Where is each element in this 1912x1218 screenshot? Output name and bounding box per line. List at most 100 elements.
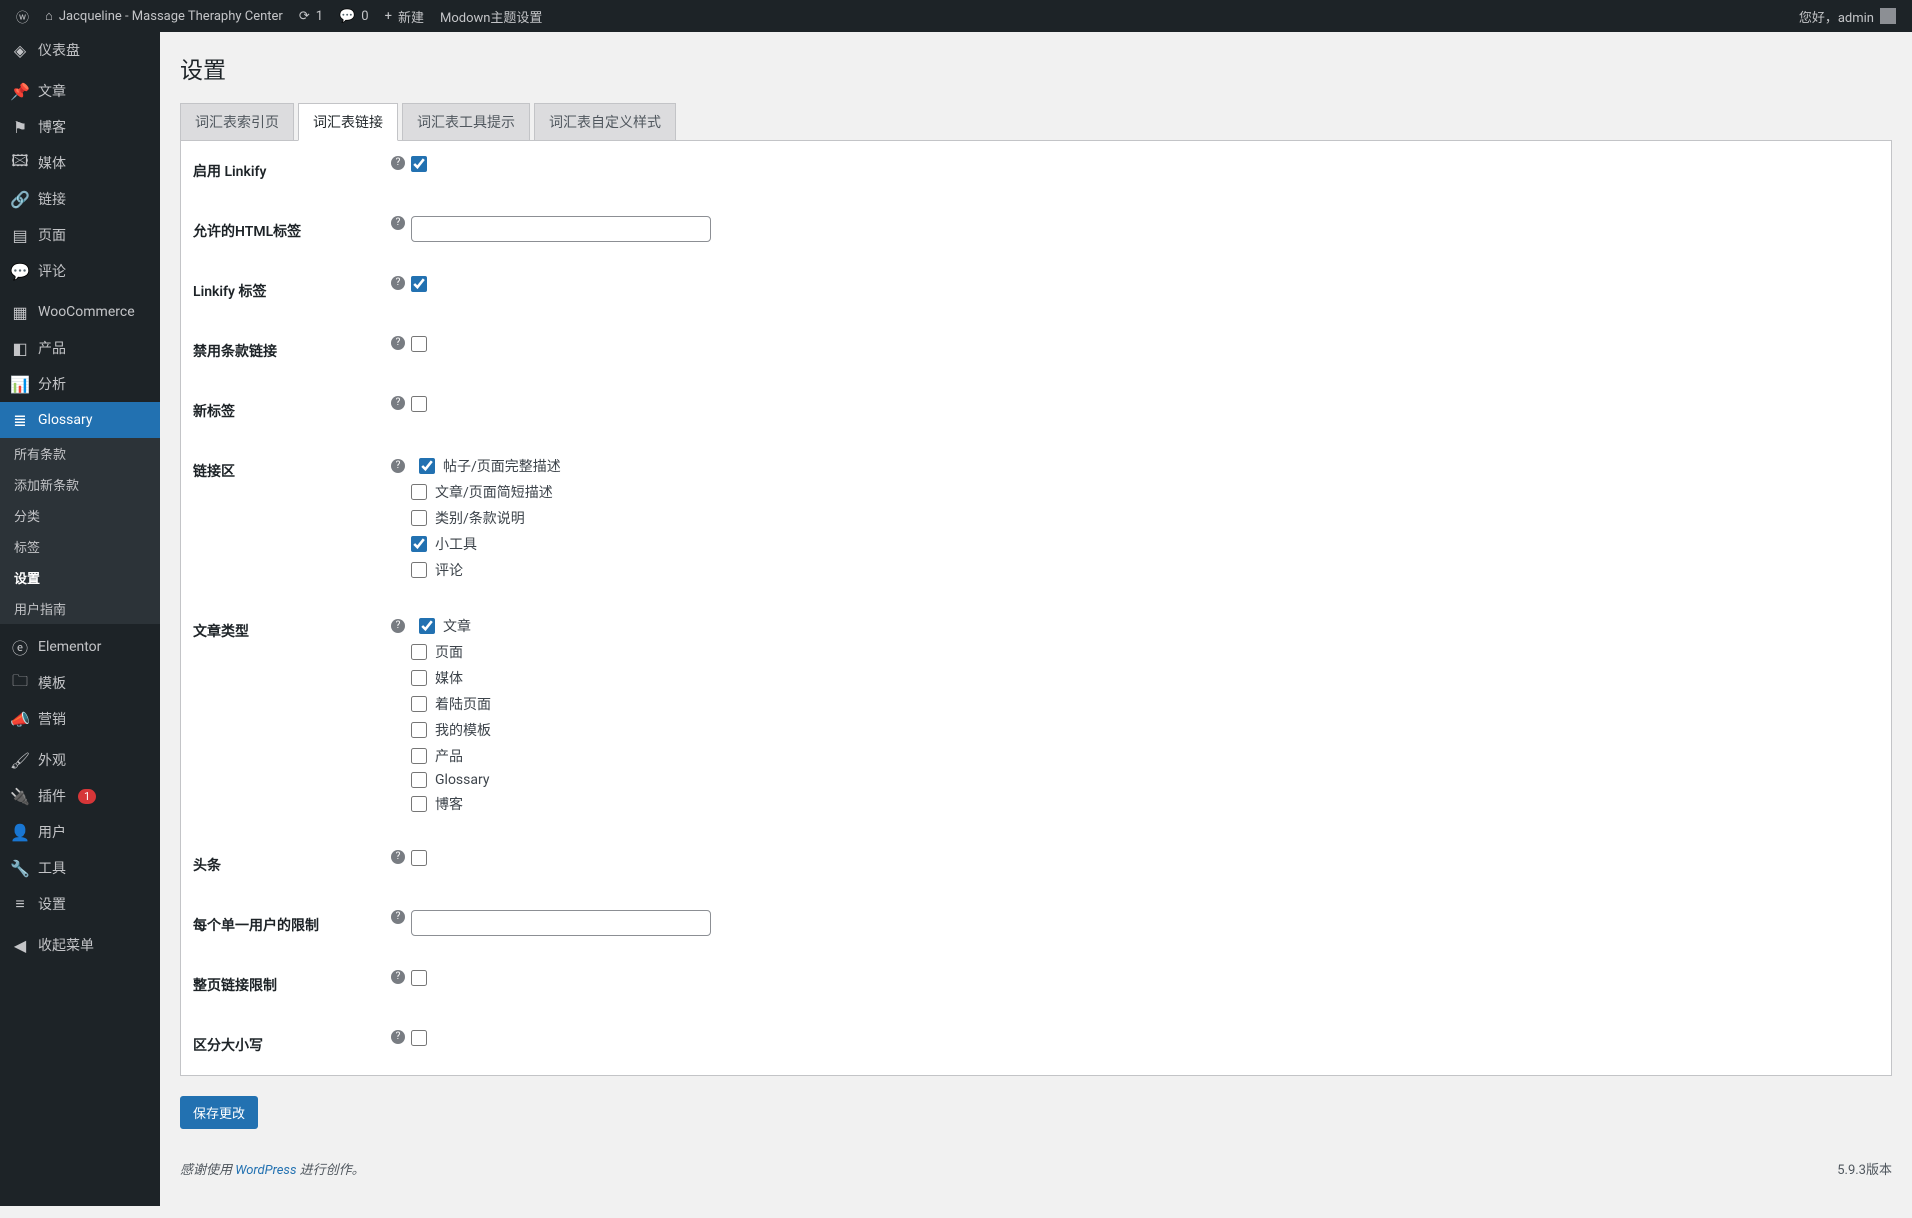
- checkbox-new-tab[interactable]: [411, 396, 427, 412]
- wordpress-link[interactable]: WordPress: [235, 1163, 296, 1178]
- page-icon: ▤: [10, 225, 30, 245]
- avatar-icon: [1880, 8, 1896, 24]
- update-icon: ⟳: [299, 9, 310, 24]
- account-link[interactable]: 您好，admin: [1791, 7, 1904, 26]
- tab-index[interactable]: 词汇表索引页: [180, 103, 294, 140]
- input-allowed-html[interactable]: [411, 216, 711, 242]
- menu-appearance[interactable]: 🖌外观: [0, 742, 160, 778]
- menu-comments[interactable]: 💬评论: [0, 253, 160, 289]
- settings-panel: 启用 Linkify ? 允许的HTML标签 ? Linkify 标签 ? 禁用…: [180, 141, 1892, 1076]
- menu-collapse[interactable]: ◀收起菜单: [0, 927, 160, 963]
- menu-templates[interactable]: 🗀模板: [0, 665, 160, 701]
- help-icon[interactable]: ?: [391, 970, 405, 984]
- checkbox-pt-page[interactable]: [411, 644, 427, 660]
- checkbox-page-link-limit[interactable]: [411, 970, 427, 986]
- checkbox-pt-glossary[interactable]: [411, 772, 427, 788]
- label-case-sensitive: 区分大小写: [181, 1015, 381, 1075]
- checkbox-pt-post[interactable]: [419, 618, 435, 634]
- checkbox-pt-product[interactable]: [411, 748, 427, 764]
- tab-tooltip[interactable]: 词汇表工具提示: [402, 103, 530, 140]
- folder-icon: 🗀: [10, 673, 30, 693]
- flag-icon: ⚑: [10, 117, 30, 137]
- footer: 感谢使用 WordPress 进行创作。 5.9.3版本: [180, 1129, 1892, 1178]
- pin-icon: 📌: [10, 81, 30, 101]
- media-icon: 🖾: [10, 153, 30, 173]
- comment-icon: 💬: [339, 9, 355, 24]
- submenu-all-terms[interactable]: 所有条款: [0, 438, 160, 469]
- help-icon[interactable]: ?: [391, 156, 405, 170]
- submenu-settings[interactable]: 设置: [0, 562, 160, 593]
- help-icon[interactable]: ?: [391, 459, 405, 473]
- label-link-zones: 链接区: [181, 441, 381, 601]
- new-content-link[interactable]: +新建: [377, 0, 432, 32]
- link-icon: 🔗: [10, 189, 30, 209]
- menu-dashboard[interactable]: ◈仪表盘: [0, 32, 160, 68]
- save-button[interactable]: 保存更改: [180, 1096, 258, 1129]
- help-icon[interactable]: ?: [391, 1030, 405, 1044]
- checkbox-headline[interactable]: [411, 850, 427, 866]
- submenu-categories[interactable]: 分类: [0, 500, 160, 531]
- input-user-limit[interactable]: [411, 910, 711, 936]
- site-name-link[interactable]: ⌂Jacqueline - Massage Theraphy Center: [37, 0, 291, 32]
- checkbox-enable-linkify[interactable]: [411, 156, 427, 172]
- comment-icon: 💬: [10, 261, 30, 281]
- checkbox-zone-category[interactable]: [411, 510, 427, 526]
- label-page-link-limit: 整页链接限制: [181, 955, 381, 1015]
- menu-glossary[interactable]: ≣Glossary: [0, 402, 160, 438]
- checkbox-pt-media[interactable]: [411, 670, 427, 686]
- menu-settings[interactable]: ≡设置: [0, 886, 160, 922]
- help-icon[interactable]: ?: [391, 396, 405, 410]
- checkbox-zone-full[interactable]: [419, 458, 435, 474]
- submenu-add-new[interactable]: 添加新条款: [0, 469, 160, 500]
- label-enable-linkify: 启用 Linkify: [181, 141, 381, 201]
- glossary-submenu: 所有条款 添加新条款 分类 标签 设置 用户指南: [0, 438, 160, 624]
- checkbox-case-sensitive[interactable]: [411, 1030, 427, 1046]
- checkbox-pt-landing[interactable]: [411, 696, 427, 712]
- checkbox-zone-widget[interactable]: [411, 536, 427, 552]
- help-icon[interactable]: ?: [391, 216, 405, 230]
- label-linkify-tags: Linkify 标签: [181, 261, 381, 321]
- menu-woocommerce[interactable]: ▦WooCommerce: [0, 294, 160, 330]
- menu-links[interactable]: 🔗链接: [0, 181, 160, 217]
- label-post-types: 文章类型: [181, 601, 381, 835]
- menu-analytics[interactable]: 📊分析: [0, 366, 160, 402]
- tab-links[interactable]: 词汇表链接: [298, 103, 398, 141]
- elementor-icon: ⓔ: [10, 637, 30, 657]
- label-new-tab: 新标签: [181, 381, 381, 441]
- user-icon: 👤: [10, 822, 30, 842]
- checkbox-pt-blog[interactable]: [411, 796, 427, 812]
- menu-blog[interactable]: ⚑博客: [0, 109, 160, 145]
- wp-logo[interactable]: ⓦ: [8, 0, 37, 32]
- megaphone-icon: 📣: [10, 709, 30, 729]
- tab-custom[interactable]: 词汇表自定义样式: [534, 103, 676, 140]
- modown-link[interactable]: Modown主题设置: [432, 0, 550, 32]
- menu-media[interactable]: 🖾媒体: [0, 145, 160, 181]
- menu-users[interactable]: 👤用户: [0, 814, 160, 850]
- submenu-user-guide[interactable]: 用户指南: [0, 593, 160, 624]
- updates-link[interactable]: ⟳1: [291, 0, 331, 32]
- submenu-tags[interactable]: 标签: [0, 531, 160, 562]
- product-icon: ◧: [10, 338, 30, 358]
- checkbox-zone-comment[interactable]: [411, 562, 427, 578]
- menu-posts[interactable]: 📌文章: [0, 73, 160, 109]
- label-disable-term-links: 禁用条款链接: [181, 321, 381, 381]
- checkbox-disable-term-links[interactable]: [411, 336, 427, 352]
- checkbox-linkify-tags[interactable]: [411, 276, 427, 292]
- help-icon[interactable]: ?: [391, 910, 405, 924]
- help-icon[interactable]: ?: [391, 336, 405, 350]
- menu-tools[interactable]: 🔧工具: [0, 850, 160, 886]
- help-icon[interactable]: ?: [391, 276, 405, 290]
- checkbox-pt-template[interactable]: [411, 722, 427, 738]
- label-headline: 头条: [181, 835, 381, 895]
- comments-link[interactable]: 💬0: [331, 0, 377, 32]
- menu-marketing[interactable]: 📣营销: [0, 701, 160, 737]
- menu-elementor[interactable]: ⓔElementor: [0, 629, 160, 665]
- admin-sidebar: ◈仪表盘 📌文章 ⚑博客 🖾媒体 🔗链接 ▤页面 💬评论 ▦WooCommerc…: [0, 32, 160, 1206]
- wrench-icon: 🔧: [10, 858, 30, 878]
- menu-products[interactable]: ◧产品: [0, 330, 160, 366]
- help-icon[interactable]: ?: [391, 850, 405, 864]
- help-icon[interactable]: ?: [391, 619, 405, 633]
- menu-plugins[interactable]: 🔌插件1: [0, 778, 160, 814]
- menu-pages[interactable]: ▤页面: [0, 217, 160, 253]
- checkbox-zone-excerpt[interactable]: [411, 484, 427, 500]
